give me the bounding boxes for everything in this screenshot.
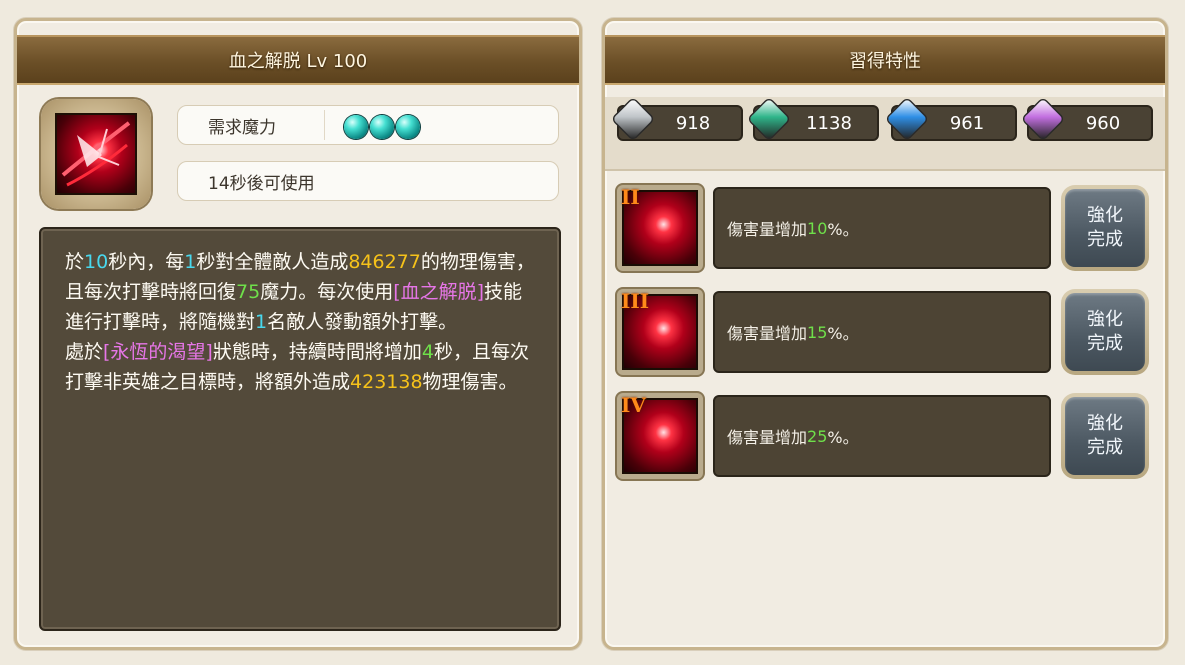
- mana-orb-icon: [344, 115, 368, 139]
- description-text: 秒內，每: [108, 251, 185, 273]
- trait-rank: III: [621, 289, 650, 313]
- resource-value: 960: [1085, 112, 1121, 134]
- description-highlight: 4: [421, 341, 434, 363]
- trait-panel: 習得特性 918 1138 961 960 II 傷害量增加 10%。 強化 完…: [602, 18, 1168, 650]
- trait-row-3: III 傷害量增加 15%。 強化 完成: [617, 289, 1157, 379]
- description-highlight: 1: [184, 251, 197, 273]
- mana-orb-icon: [396, 115, 420, 139]
- button-line: 強化: [1087, 413, 1123, 434]
- description-paragraph: 處於[永恆的渴望]狀態時，持續時間將增加4秒，且每次打擊非英雄之目標時，將額外造…: [65, 337, 537, 397]
- description-highlight: [永恆的渴望]: [103, 341, 213, 363]
- description-highlight: 423138: [350, 371, 423, 393]
- description-highlight: 75: [236, 281, 261, 303]
- button-line: 完成: [1087, 333, 1123, 354]
- trait-rank: IV: [621, 393, 646, 417]
- mana-orb-icon: [370, 115, 394, 139]
- trait-icon: III: [617, 289, 703, 375]
- button-line: 強化: [1087, 205, 1123, 226]
- description-text: 狀態時，持續時間將增加: [212, 341, 422, 363]
- description-highlight: 846277: [348, 251, 421, 273]
- resource-value: 961: [949, 112, 985, 134]
- trait-description: 傷害量增加 15%。: [713, 291, 1051, 373]
- button-line: 完成: [1087, 229, 1123, 250]
- trait-description: 傷害量增加 25%。: [713, 395, 1051, 477]
- trait-row-4: IV 傷害量增加 25%。 強化 完成: [617, 393, 1157, 483]
- blood-slash-skill-icon: [55, 113, 137, 195]
- description-text: 處於: [65, 341, 104, 363]
- trait-percent: 25: [807, 426, 828, 446]
- skill-detail-panel: 血之解脱 Lv 100 需求魔力 14秒後可使用 於10秒內，每1秒對全體敵人造…: [14, 18, 582, 650]
- trait-percent: 10: [807, 218, 828, 238]
- trait-panel-title: 習得特性: [605, 35, 1165, 85]
- description-text: 於: [65, 251, 85, 273]
- trait-icon: II: [617, 185, 703, 271]
- button-line: 強化: [1087, 309, 1123, 330]
- description-highlight: 1: [255, 311, 268, 333]
- resource-value: 918: [675, 112, 711, 134]
- enhance-complete-button[interactable]: 強化 完成: [1061, 185, 1149, 271]
- cooldown-row: 14秒後可使用: [177, 161, 559, 201]
- description-text: 魔力。每次使用: [260, 281, 394, 303]
- trait-text-prefix: 傷害量增加: [727, 220, 808, 239]
- description-highlight: 10: [84, 251, 109, 273]
- trait-text-suffix: %。: [827, 324, 859, 343]
- description-text: 秒對全體敵人造成: [196, 251, 349, 273]
- trait-percent: 15: [807, 322, 828, 342]
- trait-text-prefix: 傷害量增加: [727, 428, 808, 447]
- mana-requirement-row: 需求魔力: [177, 105, 559, 145]
- resource-bar: 918 1138 961 960: [605, 97, 1165, 171]
- cooldown-text: 14秒後可使用: [208, 173, 315, 194]
- enhance-complete-button[interactable]: 強化 完成: [1061, 289, 1149, 375]
- trait-rank: II: [621, 185, 640, 209]
- description-paragraph: 於10秒內，每1秒對全體敵人造成846277的物理傷害，且每次打擊時將回復75魔…: [65, 247, 537, 337]
- description-highlight: [血之解脱]: [393, 281, 485, 303]
- trait-text-suffix: %。: [827, 220, 859, 239]
- skill-icon-frame: [41, 99, 151, 209]
- trait-row-2: II 傷害量增加 10%。 強化 完成: [617, 185, 1157, 275]
- trait-text-prefix: 傷害量增加: [727, 324, 808, 343]
- trait-description: 傷害量增加 10%。: [713, 187, 1051, 269]
- mana-orbs: [344, 115, 420, 139]
- resource-value: 1138: [806, 112, 852, 134]
- enhance-complete-button[interactable]: 強化 完成: [1061, 393, 1149, 479]
- description-text: 物理傷害。: [422, 371, 518, 393]
- button-line: 完成: [1087, 437, 1123, 458]
- trait-text-suffix: %。: [827, 428, 859, 447]
- description-text: 名敵人發動額外打擊。: [267, 311, 458, 333]
- mana-label: 需求魔力: [208, 117, 276, 138]
- trait-icon: IV: [617, 393, 703, 479]
- skill-description: 於10秒內，每1秒對全體敵人造成846277的物理傷害，且每次打擊時將回復75魔…: [39, 227, 561, 631]
- skill-title: 血之解脱 Lv 100: [17, 35, 579, 85]
